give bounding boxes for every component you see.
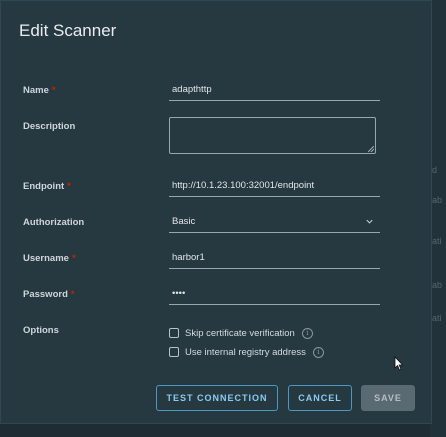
dialog-title: Edit Scanner xyxy=(19,21,117,40)
save-button[interactable]: SAVE xyxy=(361,385,415,411)
background-page-strip: d ab ati ati ab xyxy=(430,0,446,437)
test-connection-button[interactable]: TEST CONNECTION xyxy=(156,385,278,411)
options-label-text: Options xyxy=(23,325,59,336)
chevron-down-icon xyxy=(366,219,373,224)
required-marker: * xyxy=(71,253,76,264)
background-text: ati xyxy=(432,236,442,246)
name-label: Name * xyxy=(23,85,56,96)
info-icon[interactable]: i xyxy=(301,327,313,339)
required-marker: * xyxy=(51,85,56,96)
password-label: Password * xyxy=(23,289,75,300)
password-input[interactable]: •••• xyxy=(169,286,380,305)
internal-registry-option: Use internal registry address i xyxy=(169,345,324,359)
endpoint-input[interactable]: http://10.1.23.100:32001/endpoint xyxy=(169,178,380,197)
resize-grip-icon[interactable] xyxy=(368,146,374,152)
mouse-cursor-icon xyxy=(394,356,404,371)
options-label: Options xyxy=(23,325,59,336)
description-label-text: Description xyxy=(23,121,76,132)
required-marker: * xyxy=(70,289,75,300)
username-label: Username * xyxy=(23,253,76,264)
skip-cert-option: Skip certificate verification i xyxy=(169,326,313,340)
edit-scanner-dialog: Edit Scanner Name * adapthttp Description… xyxy=(0,0,432,424)
name-label-text: Name xyxy=(23,85,49,96)
required-marker: * xyxy=(67,181,71,192)
background-text: ab xyxy=(432,195,443,205)
authorization-label-text: Authorization xyxy=(23,217,85,228)
info-icon[interactable]: i xyxy=(312,346,324,358)
endpoint-label: Endpoint * xyxy=(23,181,71,192)
internal-registry-checkbox[interactable] xyxy=(169,347,179,357)
description-label: Description xyxy=(23,121,75,132)
username-input[interactable]: harbor1 xyxy=(169,250,380,269)
authorization-selected-value: Basic xyxy=(172,216,196,227)
username-label-text: Username xyxy=(23,253,69,264)
cancel-button[interactable]: CANCEL xyxy=(288,385,352,411)
skip-cert-label[interactable]: Skip certificate verification xyxy=(185,328,295,339)
authorization-select[interactable]: Basic xyxy=(169,214,380,233)
password-label-text: Password xyxy=(23,289,68,300)
background-text: ati xyxy=(432,313,442,323)
internal-registry-label[interactable]: Use internal registry address xyxy=(185,347,306,358)
name-input-value: adapthttp xyxy=(172,84,212,95)
password-input-value: •••• xyxy=(172,288,186,299)
authorization-label: Authorization xyxy=(23,217,84,228)
description-textarea[interactable] xyxy=(169,117,376,154)
name-input[interactable]: adapthttp xyxy=(169,82,380,101)
endpoint-label-text: Endpoint xyxy=(23,181,65,192)
skip-cert-checkbox[interactable] xyxy=(169,328,179,338)
background-text: ab xyxy=(432,280,443,290)
background-text: d xyxy=(432,165,438,175)
endpoint-input-value: http://10.1.23.100:32001/endpoint xyxy=(172,180,315,191)
username-input-value: harbor1 xyxy=(172,252,205,263)
